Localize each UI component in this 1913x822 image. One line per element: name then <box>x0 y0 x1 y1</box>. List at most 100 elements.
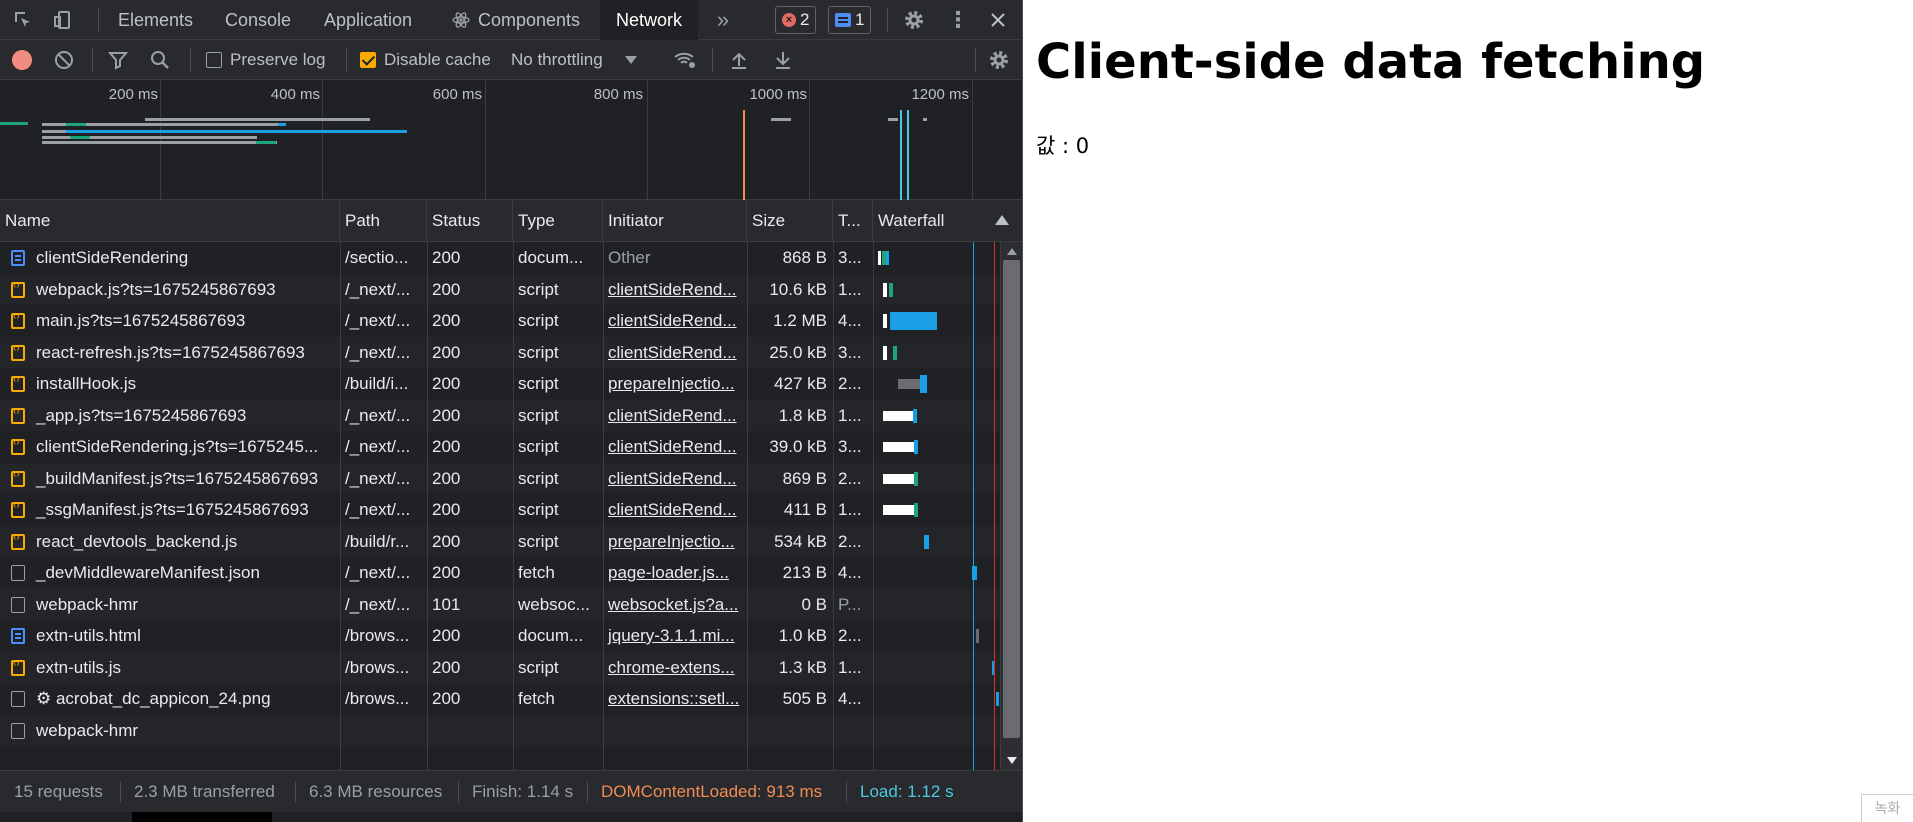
script-file-icon <box>11 500 25 518</box>
initiator-link[interactable]: extensions::setl... <box>603 683 747 715</box>
import-har-button[interactable] <box>730 40 748 80</box>
tick-label: 1000 ms <box>749 86 807 103</box>
throttling-select[interactable]: No throttling <box>511 40 637 80</box>
network-settings-button[interactable] <box>988 40 1010 80</box>
initiator-link[interactable]: clientSideRend... <box>603 337 747 369</box>
kebab-menu-icon[interactable]: ⋮ <box>941 0 975 40</box>
initiator-link[interactable]: clientSideRend... <box>603 400 747 432</box>
wifi-settings-icon <box>674 52 695 68</box>
initiator-link[interactable]: clientSideRend... <box>603 494 747 526</box>
value-display: 값 : 0 <box>1036 134 1090 158</box>
more-tabs-icon[interactable]: » <box>706 0 740 40</box>
initiator-link[interactable]: clientSideRend... <box>603 274 747 306</box>
waterfall-dcl-line <box>973 242 974 770</box>
table-row[interactable]: clientSideRendering /sectio... 200 docum… <box>0 242 1000 274</box>
generic-file-icon <box>11 691 25 707</box>
record-button[interactable] <box>12 40 32 80</box>
table-row[interactable]: extn-utils.js /brows... 200 script chrom… <box>0 651 1000 684</box>
dom-content-loaded-time: DOMContentLoaded: 913 ms <box>601 782 823 801</box>
table-row[interactable]: extn-utils.html /brows... 200 docum... j… <box>0 620 1000 652</box>
table-row[interactable]: _ssgManifest.js?ts=1675245867693 /_next/… <box>0 494 1000 526</box>
table-row[interactable]: installHook.js /build/i... 200 script pr… <box>0 368 1000 400</box>
scroll-down-icon[interactable] <box>1007 757 1017 764</box>
initiator-link[interactable]: page-loader.js... <box>603 557 747 589</box>
col-header-waterfall[interactable]: Waterfall <box>873 200 1000 242</box>
error-icon: × <box>782 13 796 27</box>
script-file-icon <box>11 343 25 361</box>
script-file-icon <box>11 406 25 424</box>
close-icon[interactable] <box>981 0 1015 40</box>
table-row[interactable]: webpack.js?ts=1675245867693 /_next/... 2… <box>0 273 1000 306</box>
horizontal-scrollbar-thumb[interactable] <box>132 812 272 822</box>
preserve-log-checkbox[interactable]: Preserve log <box>206 40 325 80</box>
table-row[interactable]: react-refresh.js?ts=1675245867693 /_next… <box>0 336 1000 369</box>
initiator-link[interactable]: websocket.js?a... <box>603 589 747 621</box>
request-table: Name Path Status Type Initiator Size T..… <box>0 200 1022 770</box>
table-scrollbar[interactable] <box>1000 242 1022 770</box>
tab-components-label: Components <box>478 10 581 30</box>
initiator-link[interactable]: jquery-3.1.1.mi... <box>603 620 747 652</box>
waterfall-bar <box>898 379 920 389</box>
table-row[interactable]: ⚙ acrobat_dc_appicon_24.png /brows... 20… <box>0 683 1000 715</box>
overview-bar <box>70 136 90 139</box>
network-conditions-button[interactable] <box>673 40 697 80</box>
column-divider <box>603 242 604 770</box>
initiator-link[interactable]: clientSideRend... <box>603 305 747 337</box>
export-har-button[interactable] <box>774 40 792 80</box>
scrollbar-thumb[interactable] <box>1003 260 1020 738</box>
initiator-link[interactable]: chrome-extens... <box>603 652 747 684</box>
search-button[interactable] <box>150 40 170 80</box>
filter-button[interactable] <box>108 40 128 80</box>
settings-gear-icon[interactable] <box>897 0 931 40</box>
table-row[interactable]: _devMiddlewareManifest.json /_next/... 2… <box>0 557 1000 589</box>
col-header-initiator[interactable]: Initiator <box>603 200 747 242</box>
disable-cache-checkbox[interactable]: Disable cache <box>360 40 491 80</box>
initiator-link[interactable]: prepareInjectio... <box>603 368 747 400</box>
error-count-badge[interactable]: × 2 <box>775 6 817 34</box>
resources-size: 6.3 MB resources <box>309 782 443 801</box>
col-header-status[interactable]: Status <box>427 200 513 242</box>
table-row[interactable]: webpack-hmr /_next/... 101 websoc... web… <box>0 588 1000 621</box>
overview-bar <box>66 123 86 126</box>
tick-label: 800 ms <box>593 86 643 103</box>
col-header-time[interactable]: T... <box>833 200 873 242</box>
col-header-size[interactable]: Size <box>747 200 833 242</box>
divider <box>346 48 347 72</box>
sort-ascending-icon[interactable] <box>995 215 1009 225</box>
tab-components[interactable]: Components <box>436 0 596 40</box>
col-header-path[interactable]: Path <box>340 200 427 242</box>
table-row[interactable]: main.js?ts=1675245867693 /_next/... 200 … <box>0 305 1000 337</box>
initiator-link[interactable]: clientSideRend... <box>603 463 747 495</box>
generic-file-icon <box>11 722 25 739</box>
waterfall-bar <box>883 282 887 297</box>
message-count-badge[interactable]: 1 <box>828 6 872 34</box>
tab-application[interactable]: Application <box>308 0 428 40</box>
table-row[interactable]: clientSideRendering.js?ts=1675245... /_n… <box>0 431 1000 463</box>
load-marker <box>907 110 909 200</box>
initiator-link[interactable]: prepareInjectio... <box>603 526 747 558</box>
tab-network[interactable]: Network <box>600 0 699 40</box>
network-overview[interactable]: 200 ms 400 ms 600 ms 800 ms 1000 ms 1200… <box>0 80 1022 200</box>
waterfall-bar <box>883 505 914 515</box>
clear-button[interactable] <box>54 40 74 80</box>
script-file-icon <box>11 532 25 550</box>
table-row[interactable]: react_devtools_backend.js /build/r... 20… <box>0 525 1000 558</box>
waterfall-load-line <box>994 242 995 770</box>
tab-console[interactable]: Console <box>209 0 307 40</box>
column-divider <box>873 242 874 770</box>
table-row[interactable]: webpack-hmr <box>0 714 1000 746</box>
scroll-up-icon[interactable] <box>1007 248 1017 255</box>
table-row[interactable]: _buildManifest.js?ts=1675245867693 /_nex… <box>0 462 1000 495</box>
table-row[interactable]: _app.js?ts=1675245867693 /_next/... 200 … <box>0 399 1000 432</box>
device-toolbar-icon[interactable] <box>46 0 80 40</box>
initiator-link[interactable]: clientSideRend... <box>603 431 747 463</box>
waterfall-bar <box>924 534 929 549</box>
tab-elements[interactable]: Elements <box>102 0 209 40</box>
waterfall-bar <box>878 251 881 265</box>
network-status-bar: 15 requests 2.3 MB transferred 6.3 MB re… <box>0 770 1022 812</box>
inspect-element-icon[interactable] <box>6 0 40 40</box>
col-header-type[interactable]: Type <box>513 200 603 242</box>
col-header-name[interactable]: Name <box>0 200 340 242</box>
clear-icon <box>55 51 73 69</box>
corner-widget[interactable]: 녹화 <box>1861 794 1913 822</box>
